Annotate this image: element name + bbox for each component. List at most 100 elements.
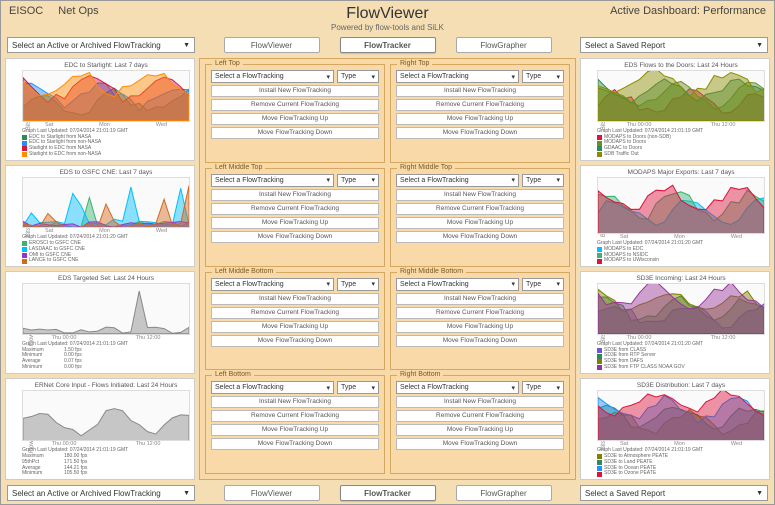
chart-title: EDS to GSFC CNE: Last 7 days bbox=[22, 169, 190, 176]
action-button[interactable]: Install New FlowTracking bbox=[396, 85, 564, 97]
action-button[interactable]: Remove Current FlowTracking bbox=[396, 307, 564, 319]
chart-xticks: Thu 00:00Thu 12:00 bbox=[597, 122, 765, 128]
action-button[interactable]: Move FlowTracking Down bbox=[396, 231, 564, 243]
action-button[interactable]: Move FlowTracking Up bbox=[396, 321, 564, 333]
chart-card[interactable]: Bits per Second SD3E Distribution: Last … bbox=[580, 378, 770, 481]
select-flowtracking[interactable]: Select a FlowTracking▾ bbox=[396, 278, 519, 291]
chart-plot bbox=[22, 70, 190, 122]
chart-meta: Graph Last Updated: 07/24/2014 21:01:20 … bbox=[597, 342, 765, 371]
action-button[interactable]: Move FlowTracking Up bbox=[211, 424, 379, 436]
chart-title: EDS Flows to the Doors: Last 24 Hours bbox=[597, 62, 765, 69]
chevron-down-icon: ▾ bbox=[556, 280, 560, 288]
action-button[interactable]: Remove Current FlowTracking bbox=[211, 410, 379, 422]
chart-card[interactable]: Flows per Second EDS Targeted Set: Last … bbox=[5, 271, 195, 374]
chart-card[interactable]: Bits per Second EDS to GSFC CNE: Last 7 … bbox=[5, 165, 195, 268]
app-title: FlowViewer bbox=[209, 5, 566, 23]
action-button[interactable]: Move FlowTracking Down bbox=[211, 127, 379, 139]
action-button[interactable]: Move FlowTracking Down bbox=[211, 335, 379, 347]
select-type[interactable]: Type▾ bbox=[522, 174, 564, 187]
link-eisoc[interactable]: EISOC bbox=[9, 5, 43, 17]
chart-card[interactable]: Bits per Second EDS Flows to the Doors: … bbox=[580, 58, 770, 161]
chart-card[interactable]: Flows per Second ERNet Core Input - Flow… bbox=[5, 378, 195, 481]
action-button[interactable]: Move FlowTracking Up bbox=[396, 217, 564, 229]
action-button[interactable]: Move FlowTracking Down bbox=[396, 438, 564, 450]
select-type[interactable]: Type▾ bbox=[522, 70, 564, 83]
action-button[interactable]: Move FlowTracking Down bbox=[396, 335, 564, 347]
chart-plot bbox=[597, 390, 765, 442]
chart-xticks: SatMonWed bbox=[22, 122, 190, 128]
tab-flowviewer[interactable]: FlowViewer bbox=[224, 37, 320, 53]
action-button[interactable]: Install New FlowTracking bbox=[396, 189, 564, 201]
select-flowtracking[interactable]: Select a FlowTracking▾ bbox=[211, 278, 334, 291]
action-button[interactable]: Move FlowTracking Up bbox=[396, 113, 564, 125]
action-button[interactable]: Move FlowTracking Up bbox=[211, 217, 379, 229]
action-button[interactable]: Install New FlowTracking bbox=[396, 396, 564, 408]
link-netops[interactable]: Net Ops bbox=[58, 5, 98, 17]
tab-flowviewer-bottom[interactable]: FlowViewer bbox=[224, 485, 320, 501]
select-type[interactable]: Type▾ bbox=[337, 278, 379, 291]
center-control-panel: Left Top Select a FlowTracking▾ Type▾ In… bbox=[199, 58, 576, 480]
select-type[interactable]: Type▾ bbox=[522, 381, 564, 394]
action-button[interactable]: Remove Current FlowTracking bbox=[211, 307, 379, 319]
action-button[interactable]: Remove Current FlowTracking bbox=[396, 410, 564, 422]
chevron-down-icon: ▾ bbox=[326, 176, 330, 184]
chart-xticks: Thu 00:00Thu 12:00 bbox=[22, 335, 190, 341]
action-button[interactable]: Move FlowTracking Up bbox=[396, 424, 564, 436]
tab-flowtracker-bottom[interactable]: FlowTracker bbox=[340, 485, 436, 501]
action-button[interactable]: Remove Current FlowTracking bbox=[396, 203, 564, 215]
header: EISOC Net Ops FlowViewer Powered by flow… bbox=[1, 1, 774, 34]
cell-title: Left Top bbox=[212, 60, 243, 67]
action-button[interactable]: Move FlowTracking Down bbox=[211, 231, 379, 243]
cell-title: Right Middle Top bbox=[397, 164, 455, 171]
chart-plot bbox=[22, 390, 190, 442]
action-button[interactable]: Remove Current FlowTracking bbox=[396, 99, 564, 111]
main-area: Bits per Second EDC to Starlight: Last 7… bbox=[1, 56, 774, 482]
right-chart-column: Bits per Second EDS Flows to the Doors: … bbox=[580, 58, 770, 480]
chevron-down-icon: ▾ bbox=[556, 384, 560, 392]
select-type[interactable]: Type▾ bbox=[337, 174, 379, 187]
select-type[interactable]: Type▾ bbox=[337, 381, 379, 394]
chart-card[interactable]: Bits per Second SD3E Incoming: Last 24 H… bbox=[580, 271, 770, 374]
action-button[interactable]: Move FlowTracking Up bbox=[211, 321, 379, 333]
select-flowtracking[interactable]: Select a FlowTracking▾ bbox=[211, 70, 334, 83]
left-chart-column: Bits per Second EDC to Starlight: Last 7… bbox=[5, 58, 195, 480]
cell-title: Left Middle Top bbox=[212, 164, 265, 171]
action-button[interactable]: Install New FlowTracking bbox=[211, 396, 379, 408]
select-flowtracking[interactable]: Select a FlowTracking▾ bbox=[396, 70, 519, 83]
bottom-toolbar: Select an Active or Archived FlowTrackin… bbox=[1, 482, 774, 504]
chevron-down-icon: ▼ bbox=[756, 490, 763, 497]
action-button[interactable]: Move FlowTracking Up bbox=[211, 113, 379, 125]
chevron-down-icon: ▼ bbox=[756, 42, 763, 49]
config-cell: Right Middle Bottom Select a FlowTrackin… bbox=[390, 272, 570, 371]
select-flowtracking-top[interactable]: Select an Active or Archived FlowTrackin… bbox=[7, 37, 195, 53]
select-type[interactable]: Type▾ bbox=[337, 70, 379, 83]
action-button[interactable]: Move FlowTracking Down bbox=[396, 127, 564, 139]
select-flowtracking-bottom[interactable]: Select an Active or Archived FlowTrackin… bbox=[7, 485, 195, 501]
select-flowtracking[interactable]: Select a FlowTracking▾ bbox=[396, 381, 519, 394]
action-button[interactable]: Remove Current FlowTracking bbox=[211, 203, 379, 215]
chart-card[interactable]: Bits per Second EDC to Starlight: Last 7… bbox=[5, 58, 195, 161]
select-flowtracking[interactable]: Select a FlowTracking▾ bbox=[211, 174, 334, 187]
action-button[interactable]: Move FlowTracking Down bbox=[211, 438, 379, 450]
config-cell: Left Top Select a FlowTracking▾ Type▾ In… bbox=[205, 64, 385, 163]
action-button[interactable]: Install New FlowTracking bbox=[211, 85, 379, 97]
action-button[interactable]: Remove Current FlowTracking bbox=[211, 99, 379, 111]
chevron-down-icon: ▾ bbox=[511, 176, 515, 184]
action-button[interactable]: Install New FlowTracking bbox=[396, 293, 564, 305]
chart-meta: Graph Last Updated: 07/24/2014 21:01:20 … bbox=[22, 235, 190, 264]
action-button[interactable]: Install New FlowTracking bbox=[211, 293, 379, 305]
tab-flowtracker[interactable]: FlowTracker bbox=[340, 37, 436, 53]
chart-title: EDS Targeted Set: Last 24 Hours bbox=[22, 275, 190, 282]
select-saved-report-top[interactable]: Select a Saved Report▼ bbox=[580, 37, 768, 53]
config-cell: Right Middle Top Select a FlowTracking▾ … bbox=[390, 168, 570, 267]
config-cell: Right Top Select a FlowTracking▾ Type▾ I… bbox=[390, 64, 570, 163]
chevron-down-icon: ▾ bbox=[326, 280, 330, 288]
select-saved-report-bottom[interactable]: Select a Saved Report▼ bbox=[580, 485, 768, 501]
tab-flowgrapher-bottom[interactable]: FlowGrapher bbox=[456, 485, 552, 501]
select-flowtracking[interactable]: Select a FlowTracking▾ bbox=[396, 174, 519, 187]
tab-flowgrapher[interactable]: FlowGrapher bbox=[456, 37, 552, 53]
chart-card[interactable]: Bits per Second MODAPS Major Exports: La… bbox=[580, 165, 770, 268]
select-type[interactable]: Type▾ bbox=[522, 278, 564, 291]
action-button[interactable]: Install New FlowTracking bbox=[211, 189, 379, 201]
select-flowtracking[interactable]: Select a FlowTracking▾ bbox=[211, 381, 334, 394]
